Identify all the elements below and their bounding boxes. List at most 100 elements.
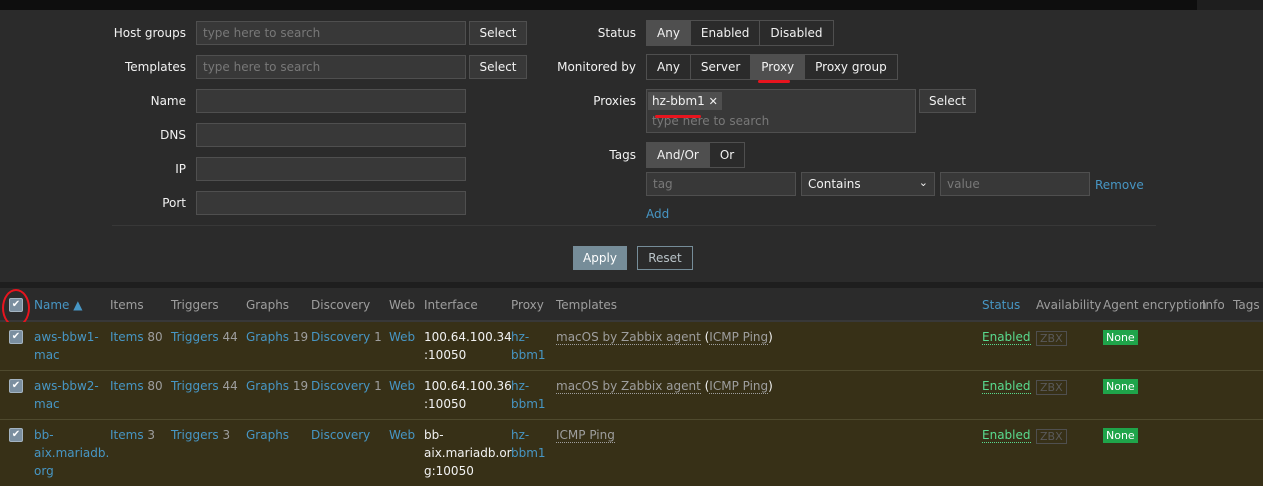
host-name-line: aws-bbw2- — [34, 379, 99, 393]
graphs-link[interactable]: Graphs — [246, 428, 289, 442]
discovery-link[interactable]: Discovery — [311, 428, 370, 442]
interface-cell: 100.64.100.34:10050 — [424, 328, 512, 364]
tags-option-andor[interactable]: And/Or — [647, 143, 710, 167]
col-graphs-header: Graphs — [246, 298, 290, 312]
template-paren: ) — [768, 330, 773, 344]
triggers-link[interactable]: Triggers — [171, 379, 219, 393]
tags-label: Tags — [609, 148, 636, 162]
col-encryption-header: Agent encryption — [1103, 298, 1207, 312]
template-link[interactable]: macOS by Zabbix agent — [556, 379, 701, 394]
template-link[interactable]: ICMP Ping — [556, 428, 615, 443]
tag-name-input[interactable] — [646, 172, 796, 196]
ip-input[interactable] — [196, 157, 466, 181]
discovery-count: 1 — [374, 330, 382, 344]
monitored-by-option-any[interactable]: Any — [647, 55, 691, 79]
host-groups-label: Host groups — [113, 26, 186, 40]
zbx-badge: ZBX — [1036, 331, 1067, 346]
discovery-cell: Discovery — [311, 426, 370, 444]
host-name-link[interactable]: aws-bbw2- mac — [34, 377, 99, 413]
status-toggle[interactable]: Enabled — [982, 330, 1031, 345]
col-name-header[interactable]: Name ▲ — [34, 298, 82, 312]
status-toggle[interactable]: Enabled — [982, 379, 1031, 394]
status-option-disabled[interactable]: Disabled — [760, 21, 833, 45]
proxy-chip-label: hz-bbm1 — [652, 94, 705, 108]
col-proxy-header: Proxy — [511, 298, 544, 312]
graphs-cell: Graphs 19 — [246, 377, 308, 395]
proxies-select-button[interactable]: Select — [919, 89, 976, 113]
host-name-link[interactable]: aws-bbw1- mac — [34, 328, 99, 364]
triggers-link[interactable]: Triggers — [171, 330, 219, 344]
tag-operator-select[interactable]: Contains ⌄ — [801, 172, 935, 196]
port-input[interactable] — [196, 191, 466, 215]
row-checkbox[interactable]: ✔ — [9, 379, 23, 393]
encryption-cell: None — [1103, 328, 1138, 346]
triggers-link[interactable]: Triggers — [171, 428, 219, 442]
proxy-link[interactable]: hz-bbm1 — [511, 426, 546, 462]
tag-remove-link[interactable]: Remove — [1095, 176, 1144, 194]
col-items-header: Items — [110, 298, 144, 312]
host-groups-input[interactable] — [196, 21, 466, 45]
interface-cell: bb-aix.mariadb.or g:10050 — [424, 426, 512, 480]
items-link[interactable]: Items — [110, 428, 144, 442]
templates-input[interactable] — [196, 55, 466, 79]
items-cell: Items 3 — [110, 426, 155, 444]
items-count: 80 — [147, 330, 163, 344]
templates-label: Templates — [124, 60, 186, 74]
template-link[interactable]: ICMP Ping — [709, 379, 769, 394]
col-web-header: Web — [389, 298, 416, 312]
graphs-link[interactable]: Graphs — [246, 330, 289, 344]
templates-cell: macOS by Zabbix agent (ICMP Ping) — [556, 377, 773, 395]
close-icon[interactable]: ✕ — [709, 95, 718, 108]
status-cell: Enabled — [982, 377, 1031, 395]
status-option-enabled[interactable]: Enabled — [690, 21, 761, 45]
host-groups-select-button[interactable]: Select — [469, 21, 527, 45]
graphs-count: 19 — [292, 330, 309, 344]
interface-line: g:10050 — [424, 464, 474, 478]
reset-button[interactable]: Reset — [637, 246, 693, 270]
monitored-by-option-server[interactable]: Server — [690, 55, 752, 79]
template-link[interactable]: macOS by Zabbix agent — [556, 330, 701, 345]
template-link[interactable]: ICMP Ping — [709, 330, 769, 345]
web-link[interactable]: Web — [389, 426, 415, 444]
name-input[interactable] — [196, 89, 466, 113]
proxy-line: hz- — [511, 330, 530, 344]
col-triggers-header: Triggers — [171, 298, 219, 312]
monitored-by-option-proxy-group[interactable]: Proxy group — [805, 55, 897, 79]
proxy-link[interactable]: hz-bbm1 — [511, 377, 546, 413]
encryption-cell: None — [1103, 377, 1138, 395]
graphs-link[interactable]: Graphs — [246, 379, 289, 393]
proxy-line: hz- — [511, 379, 530, 393]
apply-button[interactable]: Apply — [573, 246, 627, 270]
web-link[interactable]: Web — [389, 377, 415, 395]
discovery-link[interactable]: Discovery — [311, 379, 370, 393]
graphs-cell: Graphs — [246, 426, 289, 444]
status-option-any[interactable]: Any — [647, 21, 691, 45]
proxy-link[interactable]: hz-bbm1 — [511, 328, 546, 364]
annotation-underline-proxy — [758, 80, 790, 83]
tag-add-link[interactable]: Add — [646, 205, 669, 223]
proxy-line: bbm1 — [511, 446, 546, 460]
discovery-link[interactable]: Discovery — [311, 330, 370, 344]
host-name-link[interactable]: bb-aix.mariadb. org — [34, 426, 109, 480]
col-templates-header: Templates — [556, 298, 618, 312]
interface-line: 100.64.100.36 — [424, 379, 512, 393]
monitored-by-option-proxy[interactable]: Proxy — [751, 55, 806, 79]
filter-panel — [0, 10, 1263, 282]
row-checkbox[interactable]: ✔ — [9, 428, 23, 442]
row-checkbox[interactable]: ✔ — [9, 330, 23, 344]
tag-value-input[interactable] — [940, 172, 1090, 196]
annotation-underline-chip — [655, 115, 701, 118]
tags-option-or[interactable]: Or — [709, 143, 745, 167]
dns-input[interactable] — [196, 123, 466, 147]
status-toggle[interactable]: Enabled — [982, 428, 1031, 443]
items-link[interactable]: Items — [110, 379, 144, 393]
templates-cell: ICMP Ping — [556, 426, 615, 444]
monitored-by-segmented: Any Server Proxy Proxy group — [646, 54, 898, 80]
web-link[interactable]: Web — [389, 328, 415, 346]
availability-cell: ZBX — [1036, 329, 1067, 347]
templates-select-button[interactable]: Select — [469, 55, 527, 79]
ip-label: IP — [175, 162, 186, 176]
col-status-header[interactable]: Status — [982, 298, 1020, 312]
items-link[interactable]: Items — [110, 330, 144, 344]
col-availability-header: Availability — [1036, 298, 1102, 312]
